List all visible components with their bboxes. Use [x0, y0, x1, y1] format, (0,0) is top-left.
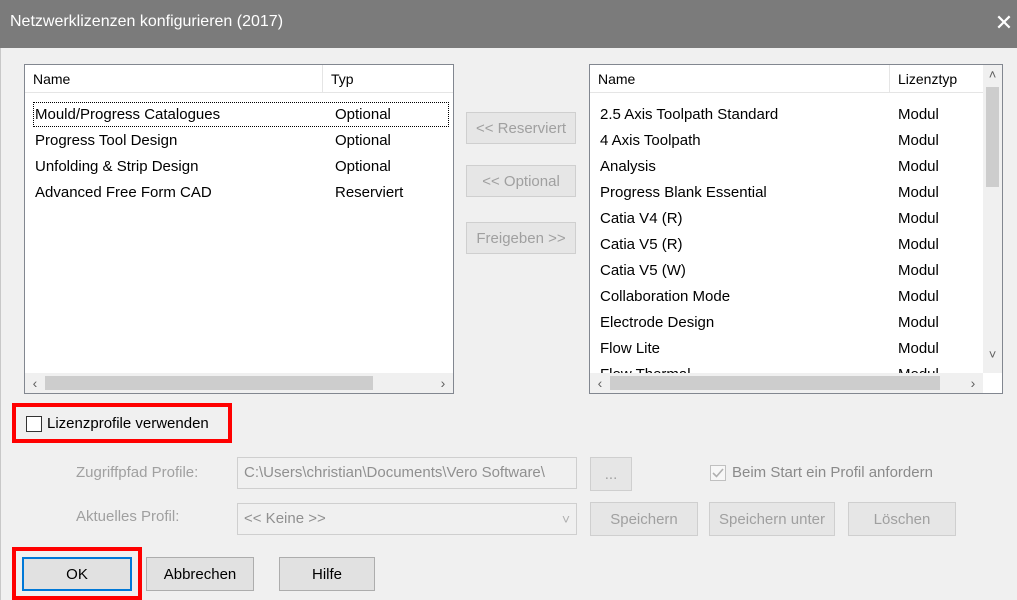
list-item[interactable]: Electrode Design Modul: [600, 310, 983, 335]
save-button[interactable]: Speichern: [590, 502, 698, 536]
list-item[interactable]: Collaboration Mode Modul: [600, 284, 983, 309]
browse-button[interactable]: ...: [590, 457, 632, 491]
cancel-button[interactable]: Abbrechen: [146, 557, 254, 591]
list-item[interactable]: Catia V5 (W) Modul: [600, 258, 983, 283]
column-header-type[interactable]: Typ: [323, 65, 453, 93]
list-item-name: Catia V5 (W): [600, 262, 686, 279]
profile-path-label: Zugriffpfad Profile:: [76, 464, 199, 481]
profile-path-field[interactable]: C:\Users\christian\Documents\Vero Softwa…: [237, 457, 577, 489]
list-item-name: Catia V4 (R): [600, 210, 683, 227]
scroll-thumb[interactable]: [45, 376, 373, 390]
column-header-name[interactable]: Name: [25, 65, 323, 93]
list-item-type: Modul: [898, 314, 939, 331]
use-profiles-checkbox[interactable]: [26, 416, 42, 432]
current-profile-select[interactable]: << Keine >> ˅: [237, 503, 577, 535]
scroll-up-icon[interactable]: ˄: [983, 65, 1002, 85]
list-item-type: Modul: [898, 158, 939, 175]
list-item[interactable]: Progress Blank Essential Modul: [600, 180, 983, 205]
list-item-name: 2.5 Axis Toolpath Standard: [600, 106, 779, 123]
list-item-type: Optional: [335, 158, 391, 175]
left-list-header: Name Typ: [25, 65, 453, 93]
list-item-type: Reserviert: [335, 184, 404, 201]
list-item[interactable]: Analysis Modul: [600, 154, 983, 179]
current-profile-value: << Keine >>: [244, 510, 326, 527]
title-bar: Netzwerklizenzen konfigurieren (2017) ✕: [0, 0, 1017, 48]
left-license-list[interactable]: Name Typ Mould/Progress Catalogues Optio…: [24, 64, 454, 394]
list-item-type: Modul: [898, 262, 939, 279]
right-license-list[interactable]: Name Lizenztyp 2.5 Axis Toolpath Standar…: [589, 64, 1003, 394]
use-profiles-label: Lizenzprofile verwenden: [47, 415, 209, 432]
scroll-right-icon[interactable]: ›: [433, 373, 453, 393]
right-list-body: 2.5 Axis Toolpath Standard Modul 4 Axis …: [590, 95, 983, 379]
release-button[interactable]: Freigeben >>: [466, 222, 576, 254]
profile-path-value: C:\Users\christian\Documents\Vero Softwa…: [244, 464, 545, 481]
help-button[interactable]: Hilfe: [279, 557, 375, 591]
scroll-down-icon[interactable]: ˅: [983, 345, 1002, 365]
list-item[interactable]: Mould/Progress Catalogues Optional: [33, 102, 449, 127]
optional-button[interactable]: << Optional: [466, 165, 576, 197]
close-icon[interactable]: ✕: [991, 8, 1017, 38]
scroll-thumb[interactable]: [986, 87, 999, 187]
list-item[interactable]: Advanced Free Form CAD Reserviert: [33, 180, 453, 205]
list-item-name: Analysis: [600, 158, 656, 175]
list-item-name: Mould/Progress Catalogues: [35, 106, 221, 123]
list-item-type: Modul: [898, 288, 939, 305]
list-item-name: Unfolding & Strip Design: [35, 158, 199, 175]
scroll-right-icon[interactable]: ›: [963, 373, 983, 393]
list-item-name: Progress Tool Design: [35, 132, 178, 149]
list-item[interactable]: Catia V5 (R) Modul: [600, 232, 983, 257]
window-title: Netzwerklizenzen konfigurieren (2017): [10, 13, 284, 30]
list-item[interactable]: 4 Axis Toolpath Modul: [600, 128, 983, 153]
list-item-name: 4 Axis Toolpath: [600, 132, 701, 149]
reserve-button[interactable]: << Reserviert: [466, 112, 576, 144]
list-item-type: Modul: [898, 210, 939, 227]
current-profile-label: Aktuelles Profil:: [76, 508, 180, 525]
list-item-name: Progress Blank Essential: [600, 184, 767, 201]
list-item-name: Collaboration Mode: [600, 288, 731, 305]
right-list-header: Name Lizenztyp: [590, 65, 983, 93]
list-item-name: Advanced Free Form CAD: [35, 184, 212, 201]
left-list-horizontal-scrollbar[interactable]: ‹ ›: [25, 373, 453, 393]
delete-button[interactable]: Löschen: [848, 502, 956, 536]
list-item[interactable]: 2.5 Axis Toolpath Standard Modul: [600, 102, 983, 127]
ok-button[interactable]: OK: [22, 557, 132, 591]
list-item-type: Optional: [335, 132, 391, 149]
list-item[interactable]: Progress Tool Design Optional: [33, 128, 453, 153]
list-item-type: Modul: [898, 184, 939, 201]
scroll-thumb[interactable]: [610, 376, 940, 390]
request-profile-label: Beim Start ein Profil anfordern: [732, 464, 933, 481]
list-item-type: Modul: [898, 132, 939, 149]
right-list-horizontal-scrollbar[interactable]: ‹ ›: [590, 373, 983, 393]
request-profile-checkbox[interactable]: [710, 465, 726, 481]
list-item-type: Modul: [898, 340, 939, 357]
list-item-type: Modul: [898, 106, 939, 123]
list-item[interactable]: Flow Lite Modul: [600, 336, 983, 361]
list-item-name: Flow Lite: [600, 340, 661, 357]
list-item-name: Catia V5 (R): [600, 236, 683, 253]
list-item[interactable]: Catia V4 (R) Modul: [600, 206, 983, 231]
list-item[interactable]: Unfolding & Strip Design Optional: [33, 154, 453, 179]
right-list-vertical-scrollbar[interactable]: ˄ ˅: [983, 65, 1002, 373]
list-item-type: Optional: [335, 106, 391, 123]
column-header-license-type[interactable]: Lizenztyp: [890, 65, 983, 93]
list-item-type: Modul: [898, 236, 939, 253]
save-as-button[interactable]: Speichern unter: [709, 502, 835, 536]
scroll-left-icon[interactable]: ‹: [25, 373, 45, 393]
list-item-name: Electrode Design: [600, 314, 715, 331]
check-icon: [712, 468, 724, 478]
scroll-left-icon[interactable]: ‹: [590, 373, 610, 393]
chevron-down-icon: ˅: [561, 511, 570, 527]
column-header-name[interactable]: Name: [590, 65, 890, 93]
